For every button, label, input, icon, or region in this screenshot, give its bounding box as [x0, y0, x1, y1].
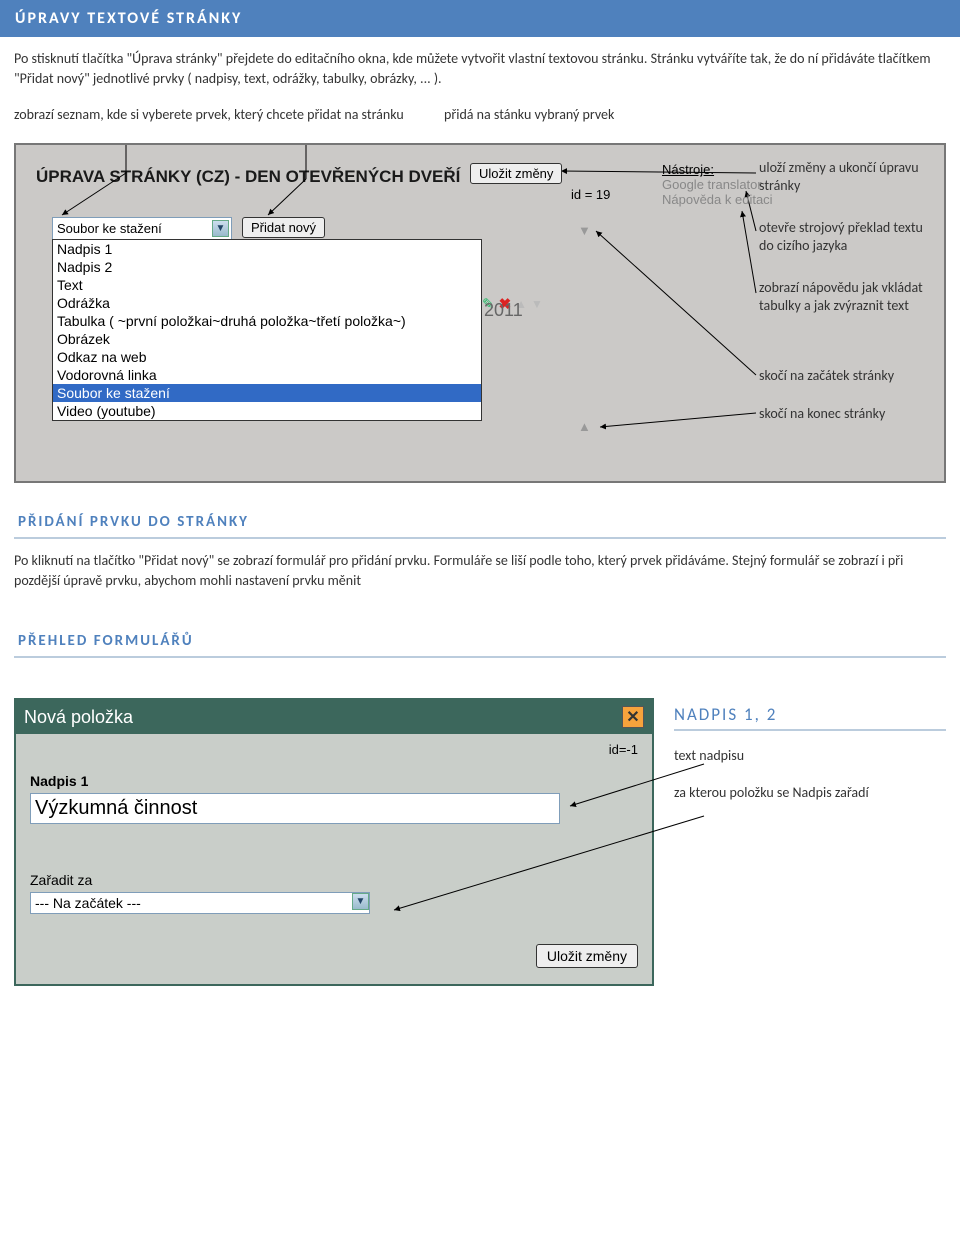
dialog-save-button[interactable]: Uložit změny [536, 944, 638, 968]
move-down-icon[interactable]: ▼ [531, 297, 543, 312]
tools-head: Nástroje: [662, 162, 773, 177]
dropdown-option[interactable]: Video (youtube) [53, 402, 481, 420]
edit-help-link[interactable]: Nápověda k editaci [662, 192, 773, 207]
label-select-list: zobrazí seznam, kde si vyberete prvek, k… [14, 106, 444, 123]
zaradit-select[interactable]: --- Na začátek --- ▼ [30, 892, 370, 914]
dialog-id: id=-1 [30, 740, 638, 765]
year-text: 2011 [484, 300, 523, 321]
nadpis-input[interactable] [30, 793, 560, 824]
dropdown-option[interactable]: Vodorovná linka [53, 366, 481, 384]
zaradit-value: --- Na začátek --- [31, 893, 352, 913]
side-head: NADPIS 1, 2 [674, 704, 946, 731]
dropdown-option[interactable]: Tabulka ( ~první položkai~druhá položka~… [53, 312, 481, 330]
element-type-select[interactable]: Soubor ke stažení ▼ [52, 217, 232, 240]
google-translator-link[interactable]: Google translator [662, 177, 773, 192]
save-button[interactable]: Uložit změny [470, 163, 562, 184]
section-add-element-text: Po kliknutí na tlačítko "Přidat nový" se… [0, 539, 960, 602]
note-scroll-bottom: skočí na konec stránky [759, 405, 934, 423]
chevron-down-icon[interactable]: ▼ [352, 893, 369, 910]
side-note-position: za kterou položku se Nadpis zařadí [674, 784, 946, 801]
page-banner: ÚPRAVY TEXTOVÉ STRÁNKY [0, 0, 960, 37]
dialog-title: Nová položka [24, 707, 133, 728]
note-translator: otevře strojový překlad textu do cizího … [759, 219, 934, 255]
note-scroll-top: skočí na začátek stránky [759, 367, 934, 385]
dropdown-option[interactable]: Obrázek [53, 330, 481, 348]
dropdown-option[interactable]: Nadpis 2 [53, 258, 481, 276]
scroll-top-icon[interactable]: ▼ [578, 223, 591, 239]
close-icon[interactable]: ✕ [622, 706, 644, 728]
element-type-dropdown[interactable]: Nadpis 1Nadpis 2TextOdrážkaTabulka ( ~pr… [52, 239, 482, 421]
dropdown-option[interactable]: Text [53, 276, 481, 294]
chevron-down-icon[interactable]: ▼ [212, 220, 229, 237]
section-add-element: PŘIDÁNÍ PRVKU DO STRÁNKY [14, 507, 946, 539]
add-new-button[interactable]: Přidat nový [242, 217, 325, 238]
field-label-zaradit: Zařadit za [30, 864, 638, 892]
tools-block: Nástroje: Google translator Nápověda k e… [662, 162, 773, 207]
side-note-text: text nadpisu [674, 747, 946, 764]
intro-paragraph: Po stisknutí tlačítka "Úprava stránky" p… [0, 37, 960, 100]
dropdown-option[interactable]: Odkaz na web [53, 348, 481, 366]
note-help: zobrazí nápovědu jak vkládat tabulky a j… [759, 279, 934, 315]
editor-screenshot: ÚPRAVA STRÁNKY (CZ) - DEN OTEVŘENÝCH DVE… [14, 143, 946, 483]
new-item-dialog: Nová položka ✕ id=-1 Nadpis 1 Zařadit za… [14, 698, 654, 986]
dropdown-option[interactable]: Odrážka [53, 294, 481, 312]
dropdown-option[interactable]: Soubor ke stažení [53, 384, 481, 402]
note-save: uloží změny a ukončí úpravu stránky [759, 159, 934, 195]
page-id: id = 19 [571, 187, 610, 202]
field-label-nadpis: Nadpis 1 [30, 765, 638, 793]
section-forms-overview: PŘEHLED FORMULÁŘŮ [14, 626, 946, 658]
label-add-btn: přidá na stánku vybraný prvek [444, 106, 946, 123]
select-value: Soubor ke stažení [57, 221, 162, 236]
scroll-bottom-icon[interactable]: ▲ [578, 419, 591, 435]
dropdown-option[interactable]: Nadpis 1 [53, 240, 481, 258]
